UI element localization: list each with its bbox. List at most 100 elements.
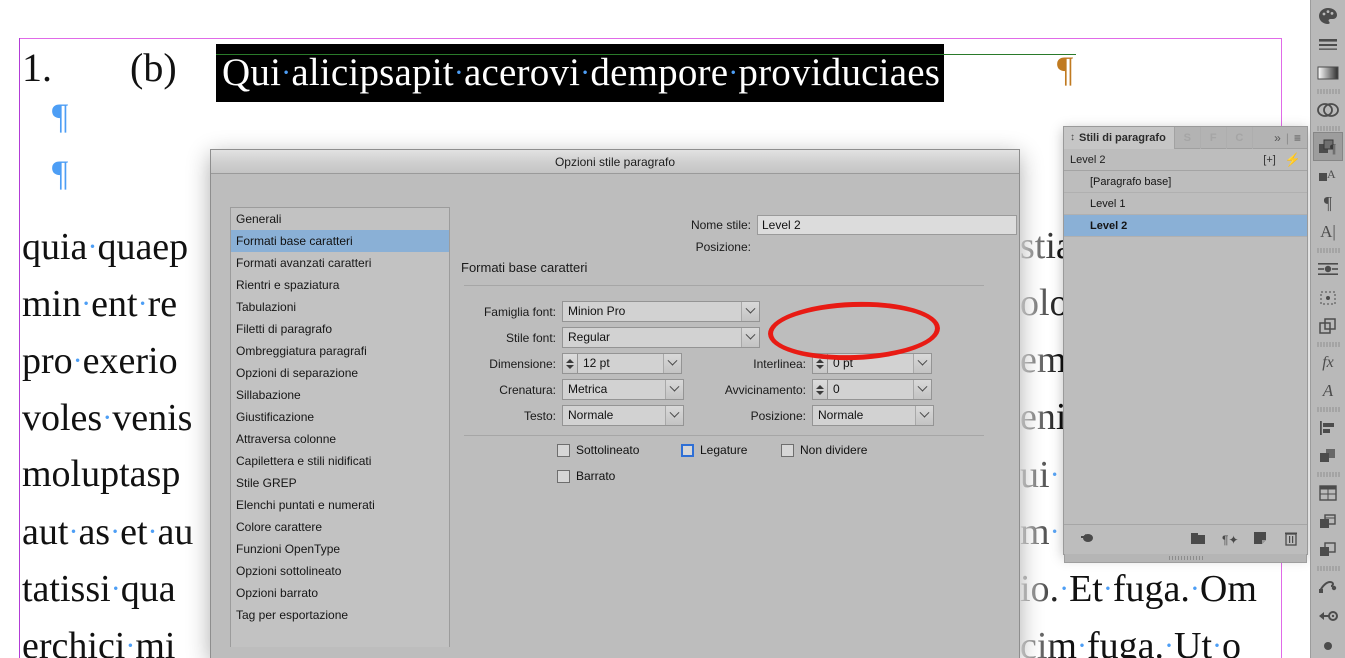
category-item-tag-per-esportazione[interactable]: Tag per esportazione — [231, 604, 449, 626]
gradient-icon[interactable] — [1313, 59, 1343, 87]
no-break-checkbox-row[interactable]: Non dividere — [781, 443, 867, 457]
category-item-attraversa-colonne[interactable]: Attraversa colonne — [231, 428, 449, 450]
panel-resize-handle[interactable] — [1064, 554, 1307, 563]
category-item-rientri-e-spaziatura[interactable]: Rientri e spaziatura — [231, 274, 449, 296]
ligatures-checkbox[interactable] — [681, 443, 694, 457]
font-size-stepper[interactable]: 12 pt — [562, 353, 682, 374]
chevron-down-icon[interactable] — [663, 354, 681, 373]
pathfinder-icon[interactable] — [1313, 442, 1343, 470]
color-swatch-icon[interactable] — [1313, 2, 1343, 30]
stepper-arrows-icon[interactable] — [812, 379, 827, 400]
baseline-position-combo[interactable]: Normale — [812, 405, 934, 426]
tab-ghost-f[interactable]: F — [1201, 126, 1227, 149]
font-style-combo[interactable]: Regular — [562, 327, 760, 348]
category-item-colore-carattere[interactable]: Colore carattere — [231, 516, 449, 538]
chevron-down-icon[interactable] — [741, 302, 759, 321]
font-family-combo[interactable]: Minion Pro — [562, 301, 760, 322]
case-combo[interactable]: Normale — [562, 405, 684, 426]
align-icon[interactable] — [1313, 414, 1343, 442]
ligatures-checkbox-row[interactable]: Legature — [681, 443, 747, 457]
clear-overrides-icon[interactable]: ¶✦ — [1222, 533, 1239, 547]
chevron-down-icon[interactable] — [741, 328, 759, 347]
character-icon[interactable]: A| — [1313, 218, 1343, 246]
category-item-giustificazione[interactable]: Giustificazione — [231, 406, 449, 428]
paragraph-styles-icon[interactable]: ¶ — [1313, 132, 1343, 162]
panel-tabbar[interactable]: ↕ Stili di paragrafo S F C » | ≡ — [1064, 126, 1307, 149]
load-styles-icon[interactable] — [1076, 531, 1094, 548]
tracking-stepper[interactable]: 0 — [812, 379, 932, 400]
new-style-plus-icon[interactable]: [+] — [1263, 154, 1276, 166]
category-item-opzioni-sottolineato[interactable]: Opzioni sottolineato — [231, 560, 449, 582]
style-name-input[interactable] — [757, 215, 1017, 235]
styles-list[interactable]: [Paragrafo base] Level 1 Level 2 — [1064, 171, 1307, 507]
tab-stili-di-paragrafo[interactable]: ↕ Stili di paragrafo — [1064, 126, 1175, 149]
category-item-capilettera-e-stili-nidificati[interactable]: Capilettera e stili nidificati — [231, 450, 449, 472]
overflow-chevrons-icon[interactable]: » — [1274, 131, 1281, 145]
tab-ghost-s[interactable]: S — [1175, 126, 1201, 149]
no-break-checkbox[interactable] — [781, 443, 794, 457]
style-item-level-2[interactable]: Level 2 — [1064, 215, 1307, 237]
glyphs-icon[interactable]: A — [1313, 377, 1343, 405]
new-style-group-icon[interactable] — [1190, 532, 1206, 548]
category-item-ombreggiatura-paragrafi[interactable]: Ombreggiatura paragrafi — [231, 340, 449, 362]
kerning-combo[interactable]: Metrica — [562, 379, 684, 400]
stepper-arrows-icon[interactable] — [562, 353, 577, 374]
dialog-titlebar[interactable]: Opzioni stile paragrafo — [211, 150, 1019, 174]
category-item-sillabazione[interactable]: Sillabazione — [231, 384, 449, 406]
category-item-funzioni-opentype[interactable]: Funzioni OpenType — [231, 538, 449, 560]
headline-highlighted-text[interactable]: Qui·alicipsapit·acerovi·dempore·providuc… — [216, 44, 945, 102]
category-item-tabulazioni[interactable]: Tabulazioni — [231, 296, 449, 318]
underline-checkbox-row[interactable]: Sottolineato — [557, 443, 639, 457]
style-item-level-1[interactable]: Level 1 — [1064, 193, 1307, 215]
right-dock-toolbar[interactable]: ¶ A ¶ A| fx A — [1310, 0, 1345, 658]
strikethrough-checkbox-row[interactable]: Barrato — [557, 469, 615, 483]
clear-overrides-bolt-icon[interactable]: ⚡ — [1285, 152, 1301, 168]
chevron-down-icon[interactable] — [913, 354, 931, 373]
panel-menu-icon[interactable]: ≡ — [1294, 131, 1301, 145]
category-item-stile-grep[interactable]: Stile GREP — [231, 472, 449, 494]
paragraph-style-options-dialog[interactable]: Opzioni stile paragrafo Generali Formati… — [210, 149, 1020, 658]
leading-combo[interactable]: 0 pt — [827, 353, 932, 374]
table-styles-icon[interactable] — [1313, 536, 1343, 564]
underline-label: Sottolineato — [576, 443, 640, 457]
paragraph-styles-panel[interactable]: ↕ Stili di paragrafo S F C » | ≡ Level 2… — [1063, 126, 1308, 563]
delete-icon[interactable] — [1284, 531, 1298, 549]
style-item-paragrafo-base[interactable]: [Paragrafo base] — [1064, 171, 1307, 193]
more-tools-icon[interactable] — [1313, 630, 1343, 658]
creative-cloud-icon[interactable] — [1313, 96, 1343, 124]
leading-stepper[interactable]: 0 pt — [812, 353, 932, 374]
category-item-generali[interactable]: Generali — [231, 208, 449, 230]
character-styles-icon[interactable]: A — [1313, 161, 1343, 189]
category-item-formati-base-caratteri[interactable]: Formati base caratteri — [231, 230, 449, 252]
links-icon[interactable] — [1313, 573, 1343, 601]
chevron-down-icon[interactable] — [665, 380, 683, 399]
category-item-filetti-di-paragrafo[interactable]: Filetti di paragrafo — [231, 318, 449, 340]
stroke-lines-icon[interactable] — [1313, 30, 1343, 58]
effects-fx-icon[interactable]: fx — [1313, 348, 1343, 376]
category-item-opzioni-di-separazione[interactable]: Opzioni di separazione — [231, 362, 449, 384]
frame-options-icon[interactable] — [1313, 283, 1343, 311]
chevron-down-icon[interactable] — [913, 380, 931, 399]
font-size-combo[interactable]: 12 pt — [577, 353, 682, 374]
category-item-elenchi-puntati-e-numerati[interactable]: Elenchi puntati e numerati — [231, 494, 449, 516]
new-style-icon[interactable] — [1253, 531, 1268, 548]
underline-checkbox[interactable] — [557, 443, 570, 457]
body-text-left-column[interactable]: quia·quaep min·ent·re pro·exerio voles·v… — [22, 218, 227, 658]
category-item-opzioni-barrato[interactable]: Opzioni barrato — [231, 582, 449, 604]
cell-styles-icon[interactable] — [1313, 507, 1343, 535]
strikethrough-checkbox[interactable] — [557, 469, 570, 483]
tab-ghost-c[interactable]: C — [1227, 126, 1253, 149]
paragraph-icon[interactable]: ¶ — [1313, 190, 1343, 218]
preflight-icon[interactable] — [1313, 601, 1343, 629]
table-icon[interactable] — [1313, 479, 1343, 507]
text-wrap-icon[interactable] — [1313, 255, 1343, 283]
object-styles-icon[interactable] — [1313, 312, 1343, 340]
stepper-arrows-icon[interactable] — [812, 353, 827, 374]
category-item-formati-avanzati-caratteri[interactable]: Formati avanzati caratteri — [231, 252, 449, 274]
section-divider — [464, 285, 984, 286]
chevron-down-icon[interactable] — [915, 406, 933, 425]
category-list[interactable]: Generali Formati base caratteri Formati … — [230, 207, 450, 647]
tracking-combo[interactable]: 0 — [827, 379, 932, 400]
chevron-down-icon[interactable] — [665, 406, 683, 425]
tab-overflow-group: » | ≡ — [1274, 131, 1307, 145]
